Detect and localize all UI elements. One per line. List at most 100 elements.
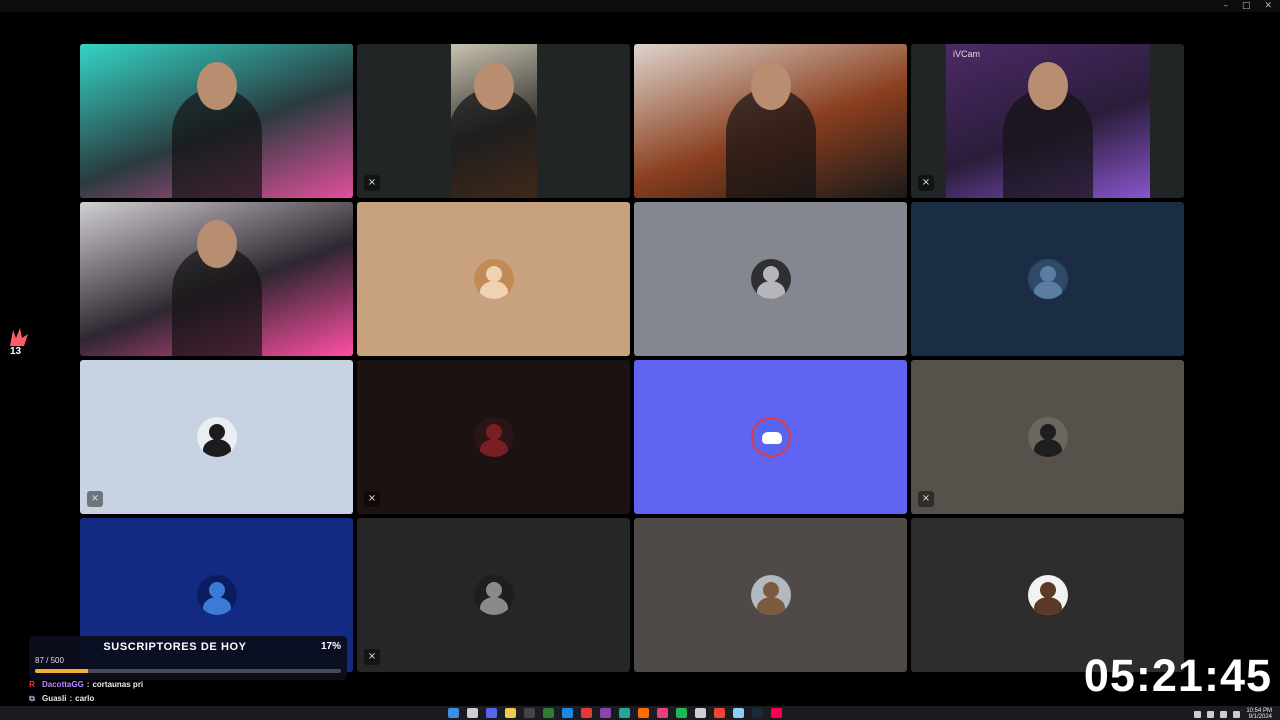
participant-avatar <box>1027 259 1068 299</box>
chat-message: R DacottaGG: cortaunas pri <box>25 678 355 692</box>
avatar-body <box>1033 281 1062 299</box>
taskbar-clock[interactable]: 10:54 PM 9/1/2024 <box>1246 708 1272 720</box>
participant-tile[interactable] <box>357 202 630 356</box>
terminal-icon[interactable] <box>524 708 535 718</box>
participant-tile[interactable]: ⨯ <box>357 518 630 672</box>
person-head <box>196 220 237 268</box>
camera-source-label: iVCam <box>953 49 981 59</box>
discord-logo-icon <box>761 432 782 444</box>
chat-separator: : <box>69 694 73 703</box>
mic-off-icon: ⨯ <box>364 649 380 665</box>
chat-text: cortaunas pri <box>92 680 144 689</box>
app-icon-c[interactable] <box>600 708 611 718</box>
search-icon[interactable] <box>467 708 478 718</box>
subs-goal-count: 87 / 500 <box>35 656 64 665</box>
app-icon-d[interactable] <box>657 708 668 718</box>
avatar-face <box>208 424 225 440</box>
person-head <box>1028 62 1068 110</box>
bunny-icon <box>10 328 28 346</box>
steam-icon[interactable] <box>752 708 763 718</box>
avatar-body <box>479 597 508 615</box>
close-button[interactable]: ✕ <box>1264 1 1272 11</box>
avatar-face <box>762 266 779 282</box>
spotify-icon[interactable] <box>676 708 687 718</box>
channel-points-badge: 13 <box>6 326 30 360</box>
badge-count: 13 <box>10 346 22 357</box>
chat-badge-icon: ⧉ <box>29 694 35 703</box>
participant-tile[interactable]: ⨯ <box>80 360 353 514</box>
opera-icon[interactable] <box>581 708 592 718</box>
edge-icon[interactable] <box>619 708 630 718</box>
participant-video <box>946 44 1150 198</box>
participant-tile[interactable] <box>634 44 907 198</box>
participant-tile[interactable] <box>911 518 1184 672</box>
chat-badge-icon: R <box>29 680 35 689</box>
mic-off-icon: ⨯ <box>364 175 380 191</box>
avatar-body <box>479 281 508 299</box>
participant-avatar <box>750 575 791 615</box>
volume-icon[interactable] <box>1233 710 1241 718</box>
participant-tile[interactable]: ⨯ <box>357 360 630 514</box>
avatar-face <box>208 582 225 598</box>
taskbar-apps <box>448 708 782 718</box>
notepad-icon[interactable] <box>733 708 744 718</box>
minimize-button[interactable]: – <box>1223 1 1228 11</box>
avatar-face <box>1039 424 1056 440</box>
system-tray: 10:54 PM 9/1/2024 <box>1194 708 1272 720</box>
participant-avatar <box>1027 417 1068 457</box>
participant-avatar <box>196 417 237 457</box>
person-head <box>196 62 237 110</box>
chat-username: DacottaGG <box>42 680 84 689</box>
mic-off-icon: ⨯ <box>364 491 380 507</box>
participant-tile[interactable] <box>911 202 1184 356</box>
discord-icon[interactable] <box>486 708 497 718</box>
participant-tile[interactable] <box>80 44 353 198</box>
subs-goal-title: SUSCRIPTORES DE HOY <box>103 641 247 653</box>
file-explorer-icon[interactable] <box>505 708 516 718</box>
app-icon-b[interactable] <box>562 708 573 718</box>
participant-tile[interactable]: ⨯ <box>357 44 630 198</box>
person-head <box>750 62 791 110</box>
participant-tile[interactable]: ⨯ <box>911 360 1184 514</box>
avatar-face <box>485 266 502 282</box>
subs-goal-percent: 17% <box>320 641 341 652</box>
chat-text: carlo <box>75 694 95 703</box>
obs-icon[interactable] <box>695 708 706 718</box>
tiktok-icon[interactable] <box>771 708 782 718</box>
participant-avatar <box>473 417 514 457</box>
participant-avatar <box>750 259 791 299</box>
participant-tile[interactable] <box>634 360 907 514</box>
participant-avatar <box>1027 575 1068 615</box>
network-icon[interactable] <box>1220 710 1228 718</box>
participant-tile[interactable] <box>634 202 907 356</box>
avatar-face <box>485 424 502 440</box>
brave-icon[interactable] <box>638 708 649 718</box>
subs-goal-progress-fill <box>35 669 89 673</box>
mic-off-icon: ⨯ <box>87 491 103 507</box>
window-controls: – □ ✕ <box>1223 1 1272 11</box>
microphone-icon[interactable] <box>1207 710 1215 718</box>
participant-avatar <box>196 575 237 615</box>
participant-avatar <box>750 417 791 457</box>
person-head <box>474 62 514 110</box>
avatar-body <box>756 597 785 615</box>
chat-message: ⧉ Guasli: carlo <box>25 692 355 706</box>
avatar-face <box>1039 266 1056 282</box>
clock-date: 9/1/2024 <box>1248 714 1272 720</box>
participant-tile[interactable]: iVCam ⨯ <box>911 44 1184 198</box>
participant-tile[interactable] <box>634 518 907 672</box>
avatar-face <box>1039 582 1056 598</box>
app-icon-a[interactable] <box>543 708 554 718</box>
participant-video <box>80 44 353 198</box>
subs-goal-progress-bar <box>35 669 341 673</box>
participant-video <box>451 44 537 198</box>
chrome-icon[interactable] <box>714 708 725 718</box>
subscriber-goal-widget: SUSCRIPTORES DE HOY 17% 87 / 500 <box>29 636 347 680</box>
maximize-button[interactable]: □ <box>1242 1 1251 11</box>
windows-start-icon[interactable] <box>448 708 459 718</box>
mic-off-icon: ⨯ <box>918 491 934 507</box>
participant-avatar <box>473 575 514 615</box>
tray-chevron-icon[interactable] <box>1194 710 1202 718</box>
avatar-body <box>202 439 231 457</box>
participant-tile[interactable] <box>80 202 353 356</box>
